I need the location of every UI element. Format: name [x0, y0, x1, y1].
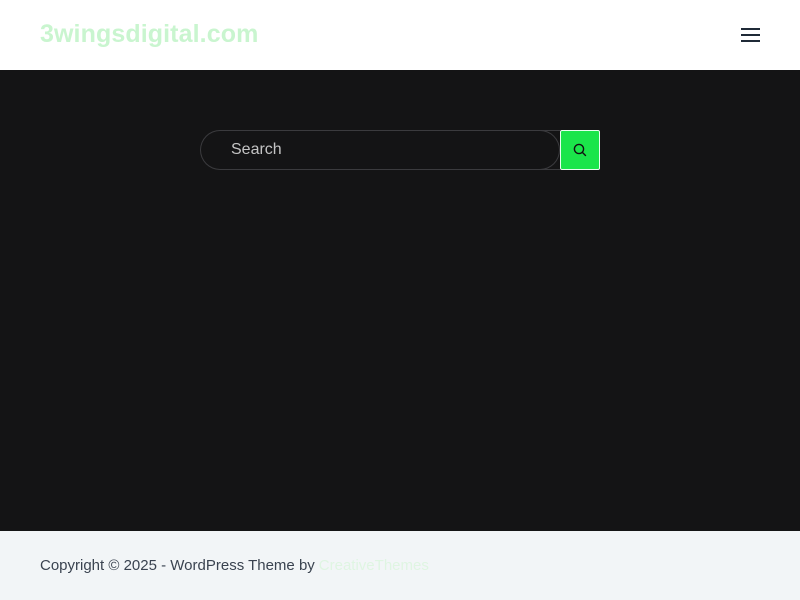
- site-header: 3wingsdigital.com: [0, 0, 800, 70]
- footer-copyright: Copyright © 2025 - WordPress Theme by Cre…: [40, 556, 429, 576]
- menu-toggle-button[interactable]: [737, 22, 765, 48]
- site-footer: Copyright © 2025 - WordPress Theme by Cre…: [0, 531, 800, 600]
- search-icon: [561, 142, 599, 158]
- site-title-link[interactable]: 3wingsdigital.com: [40, 18, 258, 50]
- search-button[interactable]: [560, 130, 600, 170]
- copyright-text: Copyright © 2025 - WordPress Theme by: [40, 557, 315, 574]
- main-content: [0, 70, 800, 531]
- hamburger-menu-icon: [737, 22, 765, 48]
- search-form: [200, 130, 600, 170]
- search-input[interactable]: [200, 130, 560, 170]
- creativethemes-link[interactable]: CreativeThemes: [319, 557, 429, 574]
